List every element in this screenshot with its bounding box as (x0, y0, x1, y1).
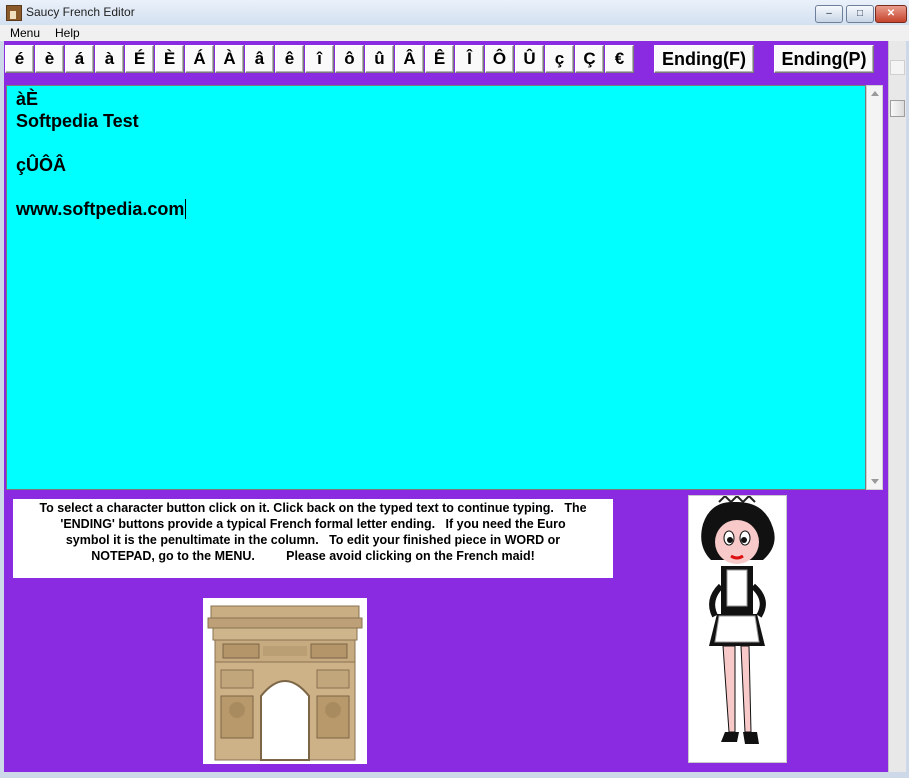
char-button-i-circumflex[interactable]: î (305, 45, 334, 73)
window-scroll-thumb[interactable] (890, 100, 905, 117)
text-caret (185, 199, 187, 219)
char-button-A-circumflex[interactable]: Â (395, 45, 424, 73)
bottom-window-frame (0, 772, 909, 778)
char-button-C-cedilla[interactable]: Ç (575, 45, 604, 73)
editor-scrollbar[interactable] (866, 85, 883, 490)
char-button-e-grave[interactable]: è (35, 45, 64, 73)
ending-french-button[interactable]: Ending(F) (654, 45, 754, 73)
help-line: NOTEPAD, go to the MENU. Please avoid cl… (91, 549, 535, 563)
minimize-button[interactable]: – (815, 5, 843, 23)
editor-line: Softpedia Test (16, 111, 139, 131)
menu-item-help[interactable]: Help (55, 26, 80, 40)
editor-line-text: www.softpedia.com (16, 199, 185, 219)
help-text-panel: To select a character button click on it… (13, 499, 613, 578)
help-line: To select a character button click on it… (39, 501, 587, 515)
menu-bar: Menu Help (0, 25, 909, 41)
title-bar[interactable]: Saucy French Editor – □ ✕ (0, 0, 909, 26)
char-button-euro[interactable]: € (605, 45, 634, 73)
arc-de-triomphe-illustration (207, 605, 363, 761)
scroll-down-arrow-icon[interactable] (871, 479, 879, 484)
help-line: 'ENDING' buttons provide a typical Frenc… (60, 517, 566, 531)
french-maid-image[interactable] (688, 494, 787, 763)
char-button-a-acute[interactable]: á (65, 45, 94, 73)
arc-de-triomphe-image (203, 598, 367, 764)
char-button-c-cedilla[interactable]: ç (545, 45, 574, 73)
editor-line-last: www.softpedia.com (16, 198, 187, 220)
editor-line: çÛÔÂ (16, 155, 67, 175)
window-title: Saucy French Editor (26, 5, 135, 19)
char-button-E-acute[interactable]: É (125, 45, 154, 73)
close-button[interactable]: ✕ (875, 5, 907, 23)
arch-app-icon[interactable] (6, 5, 22, 21)
maximize-button[interactable]: □ (846, 5, 874, 23)
menu-item-menu[interactable]: Menu (10, 26, 40, 40)
ending-p-button[interactable]: Ending(P) (774, 45, 874, 73)
char-button-u-circumflex[interactable]: û (365, 45, 394, 73)
editor-line: àÈ (16, 89, 39, 109)
char-button-A-acute[interactable]: Á (185, 45, 214, 73)
char-button-e-circumflex[interactable]: ê (275, 45, 304, 73)
char-button-O-circumflex[interactable]: Ô (485, 45, 514, 73)
char-button-I-circumflex[interactable]: Î (455, 45, 484, 73)
char-button-a-grave[interactable]: à (95, 45, 124, 73)
char-button-A-grave[interactable]: À (215, 45, 244, 73)
french-maid-illustration[interactable] (689, 494, 786, 762)
editor-content[interactable]: àÈ Softpedia Test çÛÔÂ www.softpedia.com (16, 88, 187, 220)
help-line: symbol it is the penultimate in the colu… (65, 533, 561, 547)
char-button-E-circumflex[interactable]: Ê (425, 45, 454, 73)
char-button-E-grave[interactable]: È (155, 45, 184, 73)
window-scroll-up-button[interactable] (890, 60, 905, 75)
char-button-a-circumflex[interactable]: â (245, 45, 274, 73)
text-editor[interactable]: àÈ Softpedia Test çÛÔÂ www.softpedia.com (6, 85, 866, 490)
char-button-e-acute[interactable]: é (5, 45, 34, 73)
char-button-U-circumflex[interactable]: Û (515, 45, 544, 73)
char-button-o-circumflex[interactable]: ô (335, 45, 364, 73)
window-scrollbar[interactable] (888, 41, 906, 772)
scroll-up-arrow-icon[interactable] (871, 91, 879, 96)
